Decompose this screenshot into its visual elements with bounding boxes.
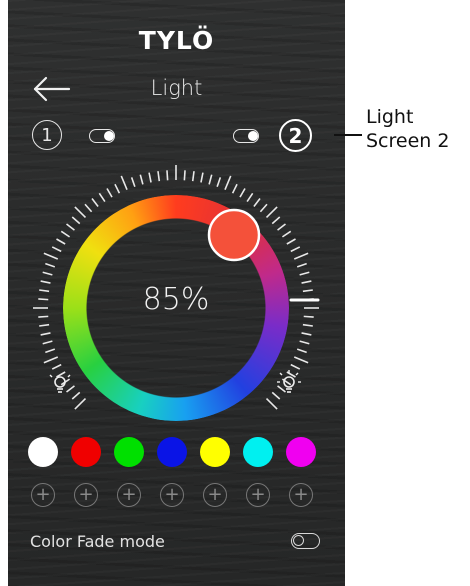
callout-connector xyxy=(334,134,362,136)
color-swatch-white[interactable] xyxy=(28,437,58,467)
tick-mark xyxy=(114,183,121,194)
tick-mark xyxy=(303,315,314,318)
add-color-button[interactable]: + xyxy=(289,483,313,507)
tick-mark xyxy=(301,280,312,284)
tick-mark xyxy=(302,323,313,327)
color-swatch-blue[interactable] xyxy=(157,437,187,467)
callout-line-2: Screen 2 xyxy=(366,130,450,152)
color-swatch-green[interactable] xyxy=(114,437,144,467)
tick-mark xyxy=(290,363,301,370)
tick-mark xyxy=(40,332,51,336)
tick-mark xyxy=(43,356,59,364)
tick-mark xyxy=(299,340,310,345)
tick-mark xyxy=(200,172,204,183)
color-picker-handle[interactable] xyxy=(207,208,261,262)
tick-mark xyxy=(299,271,310,276)
tick-mark xyxy=(166,170,169,181)
tick-mark xyxy=(38,315,49,318)
tick-mark xyxy=(224,175,232,191)
toggle-knob xyxy=(103,130,114,141)
tick-mark xyxy=(148,172,152,183)
tick-mark xyxy=(183,170,186,181)
tick-mark xyxy=(120,175,128,191)
tick-mark xyxy=(296,262,307,268)
toggle-knob xyxy=(293,535,304,546)
tick-mark xyxy=(157,171,161,182)
tick-mark xyxy=(139,174,144,185)
callout-label: Light Screen 2 xyxy=(366,105,449,153)
tick-mark xyxy=(191,171,195,182)
add-color-button[interactable]: + xyxy=(160,483,184,507)
color-swatch-red[interactable] xyxy=(71,437,101,467)
tick-mark xyxy=(293,356,309,364)
tick-mark xyxy=(45,348,56,354)
tick-mark xyxy=(40,280,51,284)
callout-line-1: Light xyxy=(366,106,414,128)
tick-mark xyxy=(301,332,312,336)
tick-mark xyxy=(216,177,222,188)
tick-mark xyxy=(51,246,62,253)
color-swatch-yellow[interactable] xyxy=(200,437,230,467)
tick-mark xyxy=(42,271,53,276)
color-fade-label: Color Fade mode xyxy=(30,532,165,551)
tick-mark xyxy=(302,289,313,293)
add-color-button[interactable]: + xyxy=(246,483,270,507)
page-title: Light xyxy=(150,76,203,100)
tick-mark xyxy=(39,323,50,327)
tick-mark xyxy=(38,298,49,301)
color-swatch-cyan[interactable] xyxy=(243,437,273,467)
phone-screen: TYLÖ Light 1 2 85% + + + + + + + Color F… xyxy=(8,0,345,586)
tick-mark xyxy=(293,252,309,260)
tick-mark xyxy=(43,252,59,260)
preset-color-row xyxy=(28,437,328,471)
add-color-button[interactable]: + xyxy=(74,483,98,507)
tick-mark xyxy=(130,177,136,188)
brightness-percent-label: 85% xyxy=(142,282,210,317)
tick-mark xyxy=(51,363,62,370)
tick-mark xyxy=(45,262,56,268)
color-swatch-magenta[interactable] xyxy=(286,437,316,467)
brand-logo: TYLÖ xyxy=(138,26,215,55)
color-fade-toggle[interactable] xyxy=(291,533,320,549)
tick-mark xyxy=(290,246,301,253)
toggle-knob xyxy=(247,130,258,141)
tick-mark xyxy=(42,340,53,345)
tick-mark xyxy=(231,183,238,194)
tick-mark xyxy=(39,289,50,293)
add-color-button[interactable]: + xyxy=(117,483,141,507)
add-color-button[interactable]: + xyxy=(31,483,55,507)
tick-mark xyxy=(296,348,307,354)
add-color-button[interactable]: + xyxy=(203,483,227,507)
tick-mark xyxy=(208,174,213,185)
